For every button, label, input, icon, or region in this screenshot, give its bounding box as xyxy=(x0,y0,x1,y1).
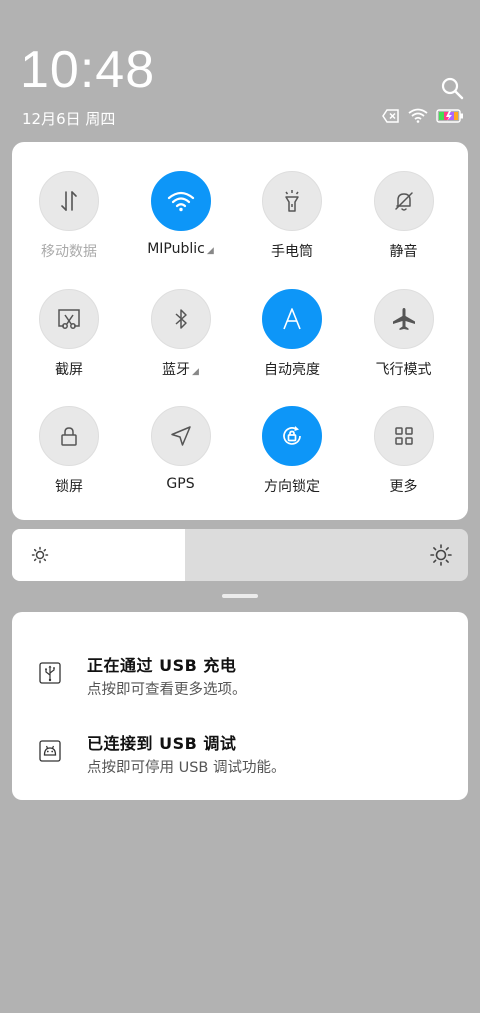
rotation-lock-icon xyxy=(278,422,306,450)
tile-more-button[interactable] xyxy=(373,406,434,466)
lock-icon xyxy=(57,424,81,448)
tile-label-text: MIPublic xyxy=(147,241,205,257)
tile-gps[interactable]: GPS xyxy=(125,378,237,492)
tile-label: 移动数据 xyxy=(13,241,125,261)
tile-label: 静音 xyxy=(348,241,460,261)
tile-label: 飞行模式 xyxy=(348,359,460,379)
android-debug-icon xyxy=(39,740,61,762)
tile-wifi-button[interactable] xyxy=(150,171,211,231)
auto-brightness-icon xyxy=(279,306,305,332)
notification-title: 已连接到 USB 调试 xyxy=(87,734,237,753)
tile-rotation-lock-button[interactable] xyxy=(262,406,322,466)
battery-charging-icon xyxy=(436,108,464,127)
tile-label: GPS xyxy=(125,476,237,492)
grid-icon xyxy=(392,424,416,448)
gps-icon xyxy=(169,424,193,448)
date[interactable]: 12月6日 周四 xyxy=(22,108,115,129)
tile-label: 锁屏 xyxy=(13,476,125,496)
tile-label-text: 手电筒 xyxy=(271,244,313,260)
bell-off-icon xyxy=(392,189,416,213)
sim-none-icon xyxy=(382,108,400,127)
sun-small-icon xyxy=(30,545,50,565)
tile-label-text: GPS xyxy=(166,476,195,492)
wifi-icon xyxy=(167,190,195,212)
clock[interactable]: 10:48 xyxy=(20,40,155,100)
notification-subtitle: 点按即可停用 USB 调试功能。 xyxy=(87,760,286,776)
tile-lock-screen[interactable]: 锁屏 xyxy=(13,378,125,495)
tile-auto-brightness-button[interactable] xyxy=(262,288,322,349)
tile-gps-button[interactable] xyxy=(150,406,211,466)
tile-silent-button[interactable] xyxy=(373,171,434,231)
tile-label-text: 更多 xyxy=(389,479,418,495)
tile-auto-brightness[interactable]: 自动亮度 xyxy=(236,261,348,378)
notification-usb-charging[interactable]: 正在通过 USB 充电 点按即可查看更多选项。 xyxy=(12,642,468,712)
drag-handle[interactable] xyxy=(222,594,258,598)
tile-rotation-lock[interactable]: 方向锁定 xyxy=(236,378,348,495)
tile-flashlight-button[interactable] xyxy=(262,171,322,231)
tile-label-text: 移动数据 xyxy=(41,244,97,260)
tile-screenshot[interactable]: 截屏 xyxy=(13,261,125,378)
tile-label: 截屏 xyxy=(13,359,125,379)
search-icon[interactable] xyxy=(440,76,464,100)
status-area: 10:48 12月6日 周四 xyxy=(0,0,480,140)
notification-subtitle: 点按即可查看更多选项。 xyxy=(87,682,247,698)
dropdown-corner-icon: ◢ xyxy=(192,366,199,377)
tile-label: 更多 xyxy=(348,476,460,496)
tile-label: 自动亮度 xyxy=(236,359,348,379)
tile-bluetooth[interactable]: 蓝牙 ◢ xyxy=(125,261,237,378)
tile-airplane[interactable]: 飞行模式 xyxy=(348,261,460,378)
tile-airplane-button[interactable] xyxy=(373,288,434,349)
tile-bluetooth-button[interactable] xyxy=(150,288,211,349)
tile-mobile-data-button[interactable] xyxy=(39,171,99,231)
quick-settings-panel: 移动数据 MIPublic ◢ 手电筒 静音 截屏 蓝牙 ◢ 自动亮度 飞行模式 锁屏 GPS 方向锁定… xyxy=(12,142,468,520)
tile-label: 手电筒 xyxy=(236,241,348,261)
notification-usb-debugging[interactable]: 已连接到 USB 调试 点按即可停用 USB 调试功能。 xyxy=(12,720,468,790)
tile-label-text: 截屏 xyxy=(55,361,83,378)
tile-screenshot-button[interactable] xyxy=(39,288,99,349)
wifi-icon xyxy=(408,108,428,127)
usb-icon xyxy=(39,662,61,684)
tile-label-text: 锁屏 xyxy=(55,479,83,495)
tile-label-text: 方向锁定 xyxy=(264,479,320,495)
tile-lock-screen-button[interactable] xyxy=(39,406,99,466)
tile-label-text: 静音 xyxy=(389,244,418,260)
system-icons xyxy=(382,108,464,127)
notification-panel: 正在通过 USB 充电 点按即可查看更多选项。 已连接到 USB 调试 点按即可… xyxy=(12,612,468,800)
tile-label: 方向锁定 xyxy=(236,476,348,496)
flashlight-icon xyxy=(280,188,304,214)
tile-wifi[interactable]: MIPublic ◢ xyxy=(125,143,237,257)
airplane-icon xyxy=(391,306,417,332)
tile-silent[interactable]: 静音 xyxy=(348,143,460,260)
tile-mobile-data[interactable]: 移动数据 xyxy=(13,143,125,260)
tile-label-text: 飞行模式 xyxy=(375,361,432,378)
bluetooth-icon xyxy=(171,307,191,331)
tile-label: 蓝牙 ◢ xyxy=(125,359,237,379)
tile-more[interactable]: 更多 xyxy=(348,378,460,495)
notification-title: 正在通过 USB 充电 xyxy=(87,656,237,675)
tile-label-text: 自动亮度 xyxy=(264,361,320,378)
tile-flashlight[interactable]: 手电筒 xyxy=(236,143,348,260)
dropdown-corner-icon: ◢ xyxy=(206,246,214,256)
tile-label-text: 蓝牙 xyxy=(162,361,191,378)
sun-large-icon xyxy=(430,544,452,566)
mobile-data-icon xyxy=(58,189,80,213)
tile-label: MIPublic ◢ xyxy=(125,241,237,257)
brightness-slider[interactable] xyxy=(12,529,468,581)
screenshot-icon xyxy=(56,307,82,331)
